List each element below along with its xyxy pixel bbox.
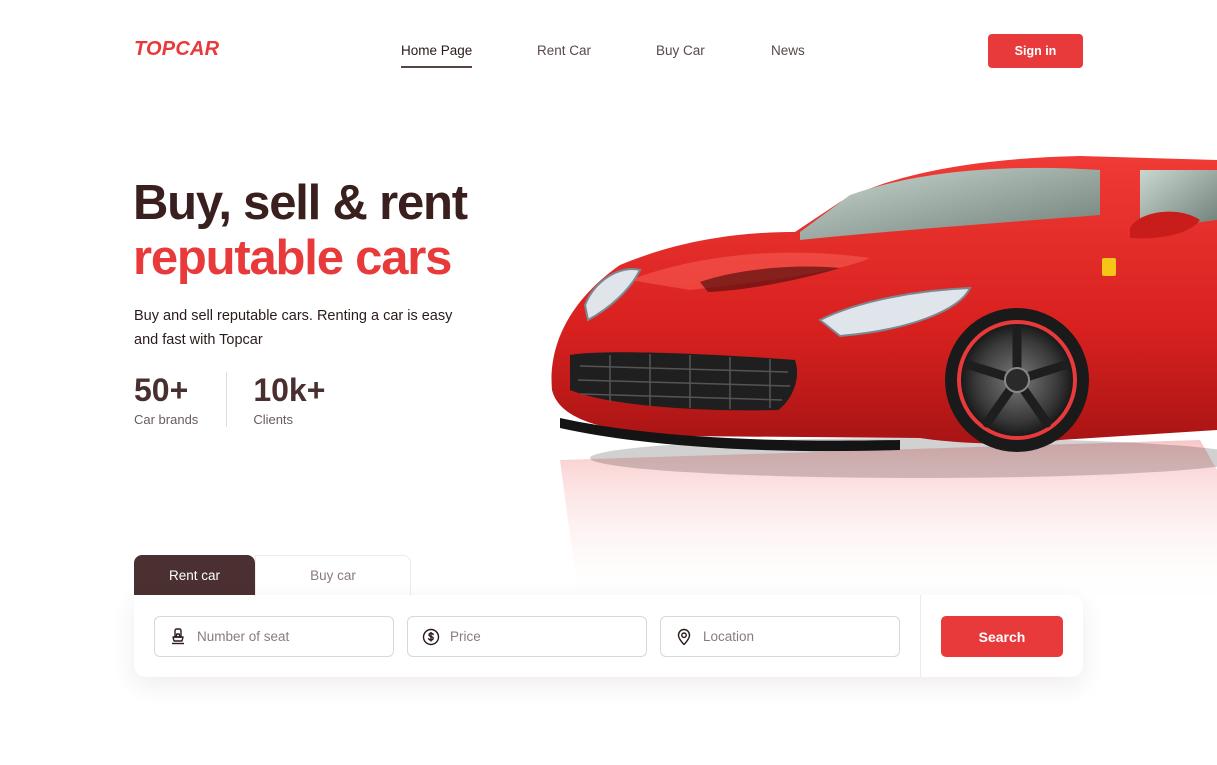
nav-buy-car[interactable]: Buy Car: [656, 43, 705, 58]
logo[interactable]: TOPCAR: [134, 38, 219, 61]
number-of-seat-input[interactable]: [197, 629, 377, 644]
car-seat-icon: [172, 627, 184, 644]
price-field[interactable]: [407, 616, 647, 657]
hero-subtitle: Buy and sell reputable cars. Renting a c…: [134, 308, 453, 348]
location-input[interactable]: [703, 629, 883, 644]
hero-title-line-2: reputable cars: [133, 231, 452, 285]
nav-rent-car[interactable]: Rent Car: [537, 43, 591, 58]
stat-value: 50+: [134, 372, 189, 408]
search-button[interactable]: Search: [941, 616, 1063, 657]
stat-clients: 10k+ Clients: [226, 372, 353, 427]
hero-title-line-1: Buy, sell & rent: [133, 176, 468, 230]
location-field[interactable]: [660, 616, 900, 657]
search-divider: [920, 595, 921, 677]
price-input[interactable]: [450, 629, 630, 644]
number-of-seat-field[interactable]: [154, 616, 394, 657]
nav-news[interactable]: News: [771, 43, 805, 58]
sign-in-button[interactable]: Sign in: [988, 34, 1083, 68]
search-panel: Search: [134, 595, 1083, 677]
stat-label: Car brands: [134, 412, 199, 427]
nav-home-page[interactable]: Home Page: [401, 43, 473, 68]
stat-value: 10k+: [253, 372, 326, 408]
location-pin-icon: [677, 628, 691, 645]
search-tabs: Rent car Buy car: [134, 555, 411, 595]
dollar-circle-icon: [422, 628, 440, 645]
tab-buy-car[interactable]: Buy car: [255, 555, 411, 595]
tab-rent-car[interactable]: Rent car: [134, 555, 255, 595]
stat-label: Clients: [253, 412, 294, 427]
hero-car-image: [551, 156, 1217, 610]
stat-car-brands: 50+ Car brands: [134, 372, 226, 427]
hero-title: Buy, sell & rent reputable cars: [133, 176, 468, 286]
stats: 50+ Car brands 10k+ Clients: [134, 372, 353, 427]
